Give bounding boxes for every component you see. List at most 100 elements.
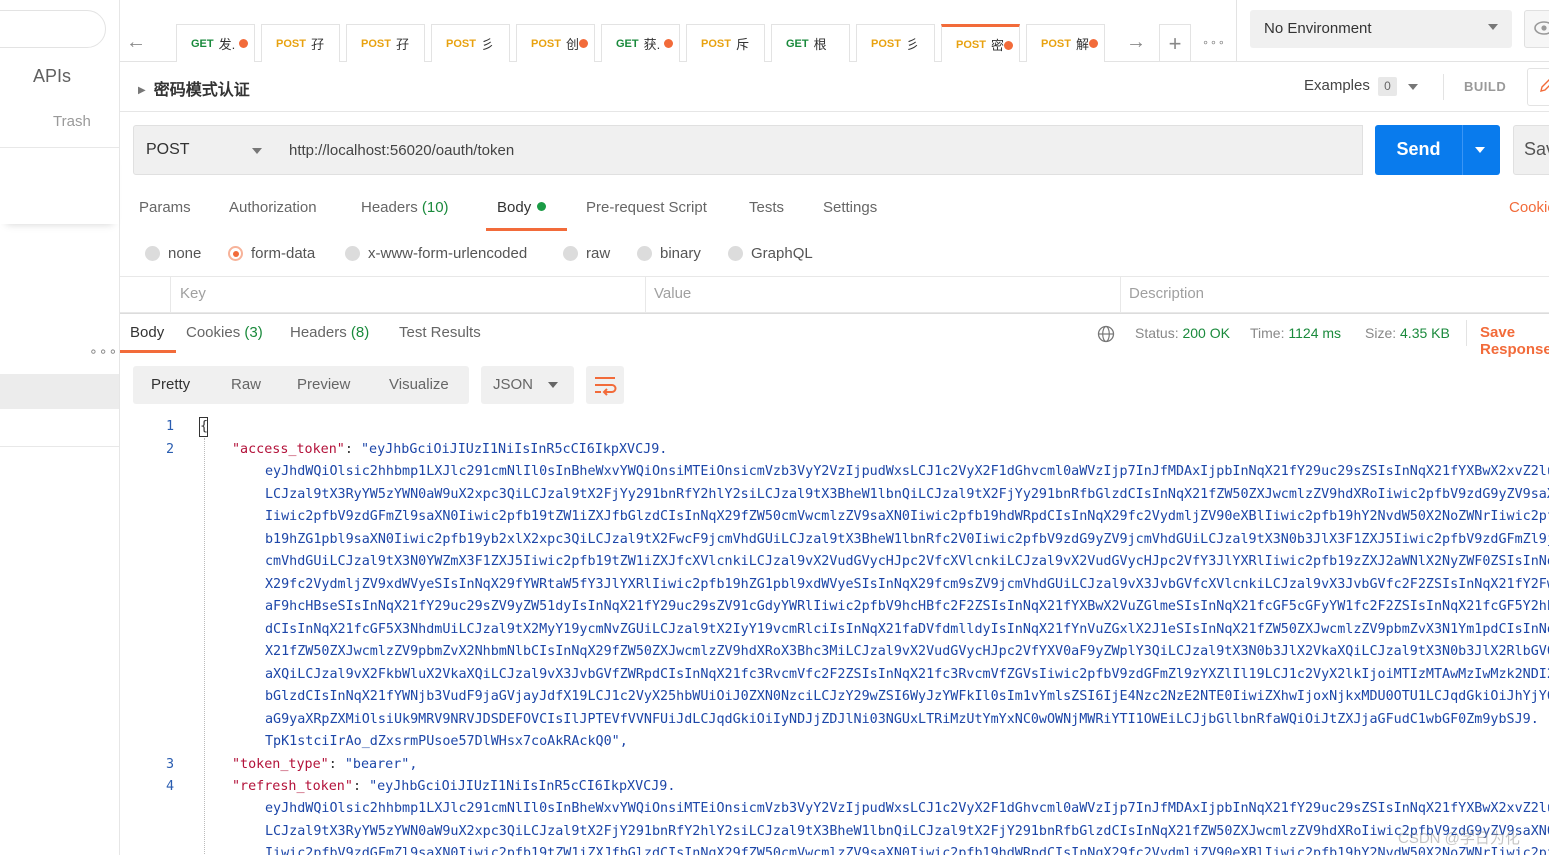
code-text: aF9hcHBseSIsInNqX21fY29uc29sZV9yZW51dyIs… [265,599,1549,614]
response-divider [120,313,1549,314]
unsaved-changes-dot [664,39,673,48]
status-value: 200 OK [1182,325,1230,341]
view-pretty-button[interactable]: Pretty [151,376,190,393]
response-tab-cookies[interactable]: Cookies (3) [186,324,263,341]
code-text: bGlzdCIsInNqX21fYWNjb3VudF9jaGVjayJdfX19… [265,689,1549,704]
sidebar-search-input[interactable] [0,10,106,48]
caret-right-icon[interactable]: ▶ [138,85,146,96]
save-button[interactable]: Save [1513,125,1549,175]
body-type-raw[interactable]: raw [563,245,610,262]
sidebar-more-icon[interactable]: ∘∘∘ [89,343,118,360]
tab-authorization[interactable]: Authorization [229,199,317,216]
body-type-binary[interactable]: binary [637,245,701,262]
request-tab[interactable]: GET 根 [771,24,850,62]
body-type-urlencoded[interactable]: x-www-form-urlencoded [345,245,527,262]
request-tab[interactable]: POST 解 [1026,24,1105,62]
request-tab[interactable]: POST 孖 [261,24,340,62]
response-tab-body[interactable]: Body [130,324,164,341]
request-tab[interactable]: POST 彡 [856,24,935,62]
response-time[interactable]: Time: 1124 ms [1250,325,1341,341]
line-number: 4 [165,779,174,794]
code-text: LCJzal9tX3RyYW5zYWN0aW9uX2xpc3QiLCJzal9t… [265,823,1549,839]
code-text: aG9yaXRpZXMiOlsiUk9MRV9NRVJDSDEFOVCIsIlJ… [265,711,1539,727]
globe-icon[interactable] [1097,325,1115,343]
view-preview-button[interactable]: Preview [297,376,350,393]
back-arrow-icon[interactable]: ← [120,24,152,60]
chevron-down-icon [252,148,262,154]
request-tab[interactable]: GET 获. [601,24,680,62]
divider [120,111,1549,112]
tab-settings[interactable]: Settings [823,199,877,216]
column-description: Description [1129,285,1205,302]
sidebar-item-trash[interactable]: Trash [53,113,91,130]
line-number: 3 [165,757,174,772]
request-tab-method: POST [446,37,476,50]
response-size[interactable]: Size: 4.35 KB [1365,325,1450,341]
code-text: TpK1stciIrAo_dZxsrmPUsoe57DlWHsx7coAkRAc… [265,734,628,749]
code-text: eyJhdWQiOlsic2hhbmp1LXJlc291cmNlIl0sInBh… [265,464,1549,479]
response-format-select[interactable]: JSON [481,366,574,404]
send-button[interactable]: Send [1375,125,1500,175]
code-text: X29fc2VydmljZV9xdWVyeSIsInNqX29fYWRtaW5f… [265,576,1549,592]
request-tab-name: 获. [643,37,661,52]
json-value-access-token: "eyJhbGciOiJIUzI1NiIsInR5cCI6IkpXVCJ9. [361,442,668,457]
request-title[interactable]: ▶ 密码模式认证 [138,76,250,100]
request-tab-method: POST [956,38,986,51]
sidebar-selected-item[interactable] [0,374,119,409]
tab-more-icon[interactable]: ∘∘∘ [1198,24,1230,60]
response-body-viewer[interactable]: 1 { 2 "access_token": "eyJhbGciOiJIUzI1N… [120,416,1549,855]
request-tab-name: 根 [813,37,827,52]
tab-params[interactable]: Params [139,199,191,216]
body-type-graphql[interactable]: GraphQL [728,245,813,262]
chevron-down-icon[interactable] [1408,84,1418,90]
eye-icon[interactable] [1524,10,1549,48]
tab-tests[interactable]: Tests [749,199,784,216]
request-tab-name: 孖 [395,37,409,52]
send-options-chevron-icon[interactable] [1475,147,1485,153]
body-type-none[interactable]: none [145,245,201,262]
column-divider [170,277,171,313]
request-tab[interactable]: POST 彡 [431,24,510,62]
body-type-form-data[interactable]: form-data [228,245,315,262]
request-tab-method: POST [276,37,306,50]
tab-pre-request-script[interactable]: Pre-request Script [586,199,707,216]
send-split-divider [1462,125,1463,175]
save-response-button[interactable]: Save Response [1480,324,1549,358]
tab-headers[interactable]: Headers (10) [361,199,449,216]
tab-body-label: Body [497,199,532,216]
view-visualize-button[interactable]: Visualize [389,376,449,393]
form-data-table-header: Key Value Description [120,276,1549,313]
request-tab[interactable]: POST 孖 [346,24,425,62]
tab-headers-count: (10) [421,199,449,216]
forward-arrow-icon[interactable]: → [1120,24,1152,60]
request-tab[interactable]: GET 发. [176,24,255,62]
radio-icon [145,246,160,261]
examples-label[interactable]: Examples [1304,77,1370,94]
url-input[interactable]: http://localhost:56020/oauth/token [276,125,1363,175]
watermark: CSDN @学日为化 [1398,830,1520,847]
response-status[interactable]: Status: 200 OK [1135,325,1230,341]
response-tab-test-results[interactable]: Test Results [399,324,481,341]
request-tab[interactable]: POST 斥 [686,24,765,62]
request-tab-method: POST [701,37,731,50]
pencil-icon[interactable] [1527,68,1549,106]
build-mode-button[interactable]: BUILD [1464,79,1506,94]
response-tab-cookies-count: (3) [244,324,263,341]
cookies-link[interactable]: Cookies [1509,199,1549,216]
environment-select[interactable]: No Environment [1250,10,1512,48]
request-tab[interactable]: POST 密 [941,24,1020,62]
view-raw-button[interactable]: Raw [231,376,261,393]
code-text: aXQiLCJzal9vX2FkbWluX2VkaXQiLCJzal9vX3Jv… [265,666,1549,682]
chevron-down-icon [1488,24,1498,30]
method-select[interactable]: POST [133,125,277,175]
tab-body[interactable]: Body [497,199,547,216]
request-tab-method: GET [786,37,809,50]
request-tab[interactable]: POST 创 [516,24,595,62]
wrap-lines-icon[interactable] [586,366,624,404]
chevron-down-icon [548,382,558,388]
add-tab-icon[interactable]: + [1159,24,1191,62]
response-tab-headers[interactable]: Headers (8) [290,324,369,341]
request-tab-method: POST [531,37,561,50]
sidebar-item-apis[interactable]: APIs [33,66,71,87]
body-type-none-label: none [168,245,202,262]
